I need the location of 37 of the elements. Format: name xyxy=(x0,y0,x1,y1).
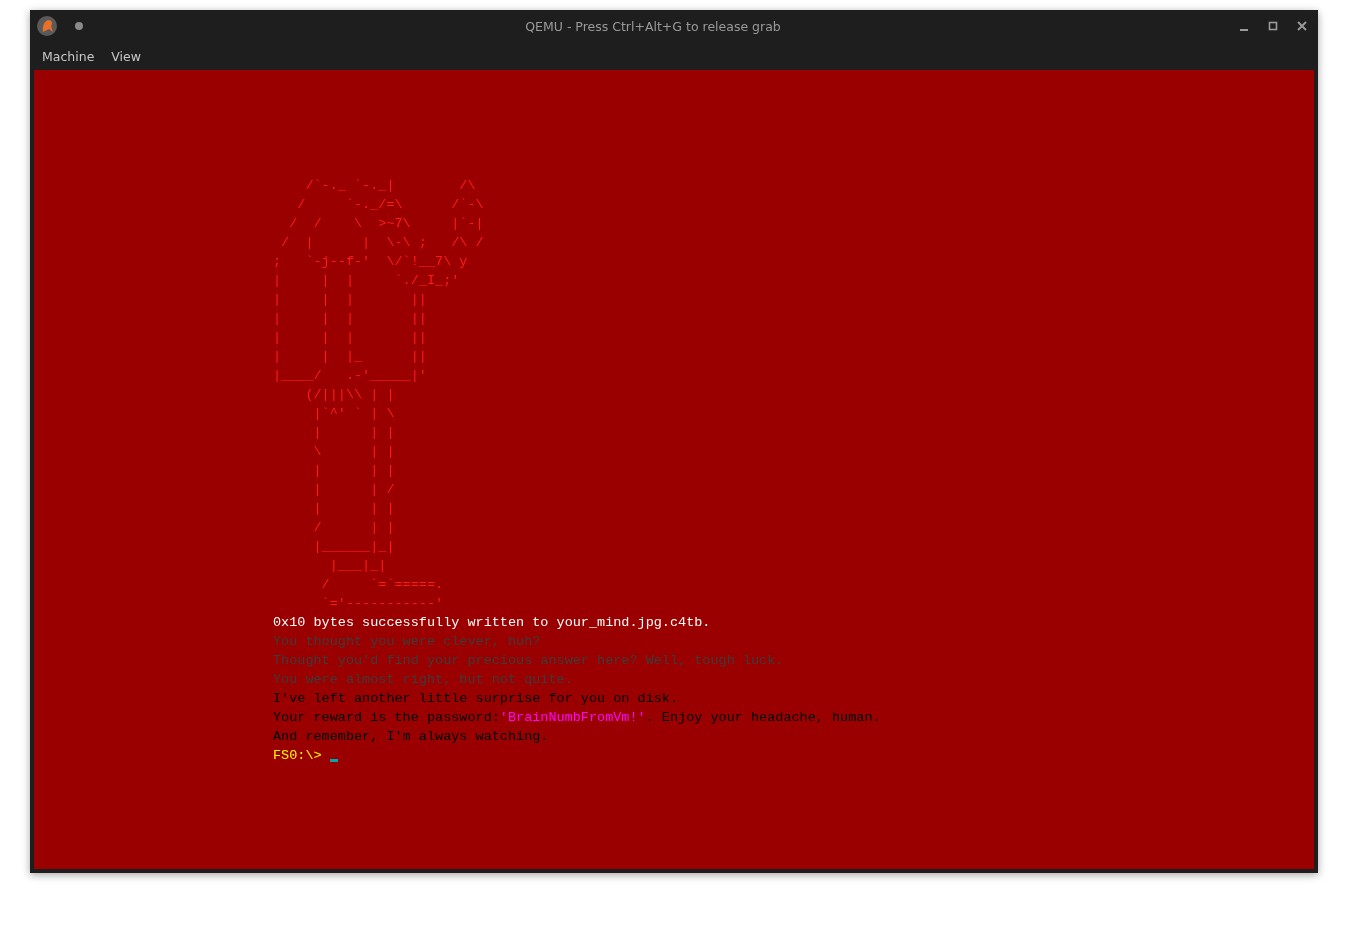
ascii-art-line: |____/ .-'_____|' xyxy=(273,367,428,385)
console-line: 0x10 bytes successfully written to your_mind.jpg.c4tb. xyxy=(273,614,712,632)
ascii-art-line: | | | || xyxy=(273,291,428,309)
pin-icon[interactable] xyxy=(75,22,83,30)
ascii-art-line: / | | \-\ ; /\ / xyxy=(280,234,485,252)
ascii-art-line: | | | xyxy=(312,424,396,442)
menu-item[interactable]: Machine xyxy=(42,48,95,64)
ascii-art-line: | | | || xyxy=(273,310,428,328)
ascii-art-line: | | |_ || xyxy=(273,348,428,366)
ascii-art-line: | | / xyxy=(312,481,396,499)
window-title: QEMU - Press Ctrl+Alt+G to release grab xyxy=(524,18,782,34)
ascii-art-line: /`-._ `-._| /\ xyxy=(304,177,477,195)
ascii-art-line: / `=`=====. xyxy=(320,576,445,594)
ascii-art-line: | | | xyxy=(312,462,396,480)
ascii-art-line: |`^' ` | \ xyxy=(312,405,396,423)
console-prompt: FS0:\> xyxy=(273,747,322,765)
console-line: You thought you were clever, huh? xyxy=(273,633,542,651)
app-logo-icon xyxy=(36,15,58,37)
ascii-art-line: / `-._/=\ /`-\ xyxy=(296,196,485,214)
text-cursor xyxy=(329,759,338,762)
ascii-art-line: | | | xyxy=(312,500,396,518)
ascii-art-line: ; `-j--f-' \/`!__7\ y xyxy=(273,253,469,271)
ascii-art-line: | | | || xyxy=(273,329,428,347)
menu-item[interactable]: View xyxy=(111,48,141,64)
ascii-art-line: \ | | xyxy=(312,443,396,461)
console-line: I've left another little surprise for you on disk. xyxy=(273,690,680,708)
ascii-art-line: (/|||\\ | | xyxy=(304,386,396,404)
console-line: You were almost right, but not quite. xyxy=(273,671,574,689)
ascii-art-line: `='-----------' xyxy=(320,595,445,613)
ascii-art-line: |___|_| xyxy=(328,557,388,575)
ascii-art-line: / / \ >~7\ |`-| xyxy=(288,215,485,233)
ascii-art-line: |______|_| xyxy=(312,538,396,556)
ascii-art-line: / | | xyxy=(312,519,396,537)
ascii-art-line: | | | `./_I_;' xyxy=(273,272,461,290)
console-line: Your reward is the password:'BrainNumbFromVm!'. Enjoy your headache, human. xyxy=(273,709,882,727)
console-line: And remember, I'm always watching. xyxy=(273,728,550,746)
console-line: Thought you'd find your precious answer here? Well, tough luck. xyxy=(273,652,785,670)
